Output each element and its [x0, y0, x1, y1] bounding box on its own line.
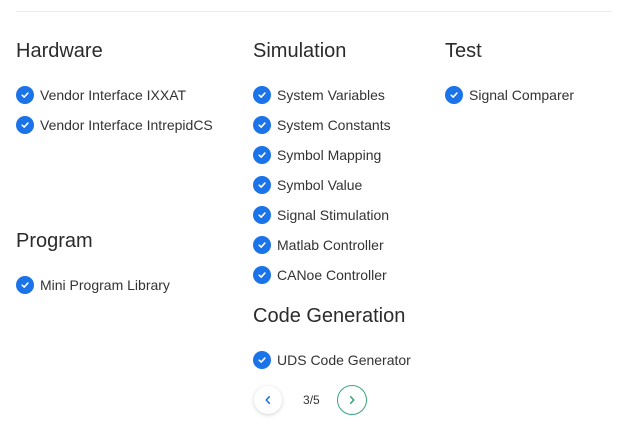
next-page-button[interactable]	[336, 385, 367, 415]
pagination: 3/5	[254, 385, 367, 415]
section-hardware: Hardware Vendor Interface IXXAT Vendor I…	[16, 39, 213, 140]
feature-list: Vendor Interface IXXAT Vendor Interface …	[16, 80, 213, 140]
section-program: Program Mini Program Library	[16, 229, 170, 300]
check-circle-icon	[253, 176, 271, 194]
check-circle-icon	[253, 116, 271, 134]
check-circle-icon	[253, 206, 271, 224]
feature-label: Matlab Controller	[277, 237, 384, 253]
feature-item: Mini Program Library	[16, 270, 170, 300]
feature-label: Vendor Interface IXXAT	[40, 87, 187, 103]
top-divider	[16, 11, 612, 12]
check-circle-icon	[16, 116, 34, 134]
feature-item: Symbol Mapping	[253, 140, 391, 170]
section-title: Program	[16, 230, 93, 252]
feature-item: Vendor Interface IXXAT	[16, 80, 213, 110]
feature-item: System Constants	[253, 110, 391, 140]
page-indicator: 3/5	[303, 393, 320, 407]
section-title: Hardware	[16, 40, 103, 62]
feature-label: UDS Code Generator	[277, 352, 411, 368]
feature-item: Symbol Value	[253, 170, 391, 200]
feature-item: System Variables	[253, 80, 391, 110]
check-circle-icon	[253, 266, 271, 284]
feature-list: System Variables System Constants Symbol…	[253, 80, 391, 290]
check-circle-icon	[253, 351, 271, 369]
feature-label: Symbol Mapping	[277, 147, 382, 163]
section-title: Test	[445, 40, 482, 62]
feature-label: Signal Stimulation	[277, 207, 390, 223]
feature-label: CANoe Controller	[277, 267, 387, 283]
section-code-generation: Code Generation UDS Code Generator	[253, 304, 411, 375]
feature-list: Signal Comparer	[445, 80, 574, 110]
section-title: Simulation	[253, 40, 347, 62]
feature-label: Signal Comparer	[469, 87, 575, 103]
feature-label: Symbol Value	[277, 177, 363, 193]
section-test: Test Signal Comparer	[445, 39, 574, 110]
feature-label: Mini Program Library	[40, 277, 170, 293]
features-panel: Hardware Vendor Interface IXXAT Vendor I…	[0, 0, 621, 421]
check-circle-icon	[253, 146, 271, 164]
feature-item: Signal Stimulation	[253, 200, 391, 230]
check-circle-icon	[445, 86, 463, 104]
feature-list: UDS Code Generator	[253, 345, 411, 375]
feature-label: Vendor Interface IntrepidCS	[40, 117, 213, 133]
check-circle-icon	[253, 236, 271, 254]
feature-label: System Variables	[277, 87, 385, 103]
feature-item: Vendor Interface IntrepidCS	[16, 110, 213, 140]
feature-item: Signal Comparer	[445, 80, 574, 110]
check-circle-icon	[16, 276, 34, 294]
feature-item: Matlab Controller	[253, 230, 391, 260]
current-page: 3	[303, 393, 310, 407]
feature-item: CANoe Controller	[253, 260, 391, 290]
check-circle-icon	[253, 86, 271, 104]
chevron-left-icon	[263, 395, 273, 405]
chevron-right-icon	[347, 395, 357, 405]
previous-page-button[interactable]	[254, 386, 282, 414]
feature-item: UDS Code Generator	[253, 345, 411, 375]
feature-label: System Constants	[277, 117, 391, 133]
check-circle-icon	[16, 86, 34, 104]
total-pages: 5	[313, 393, 320, 407]
feature-list: Mini Program Library	[16, 270, 170, 300]
section-title: Code Generation	[253, 305, 406, 327]
section-simulation: Simulation System Variables System Const…	[253, 39, 391, 290]
